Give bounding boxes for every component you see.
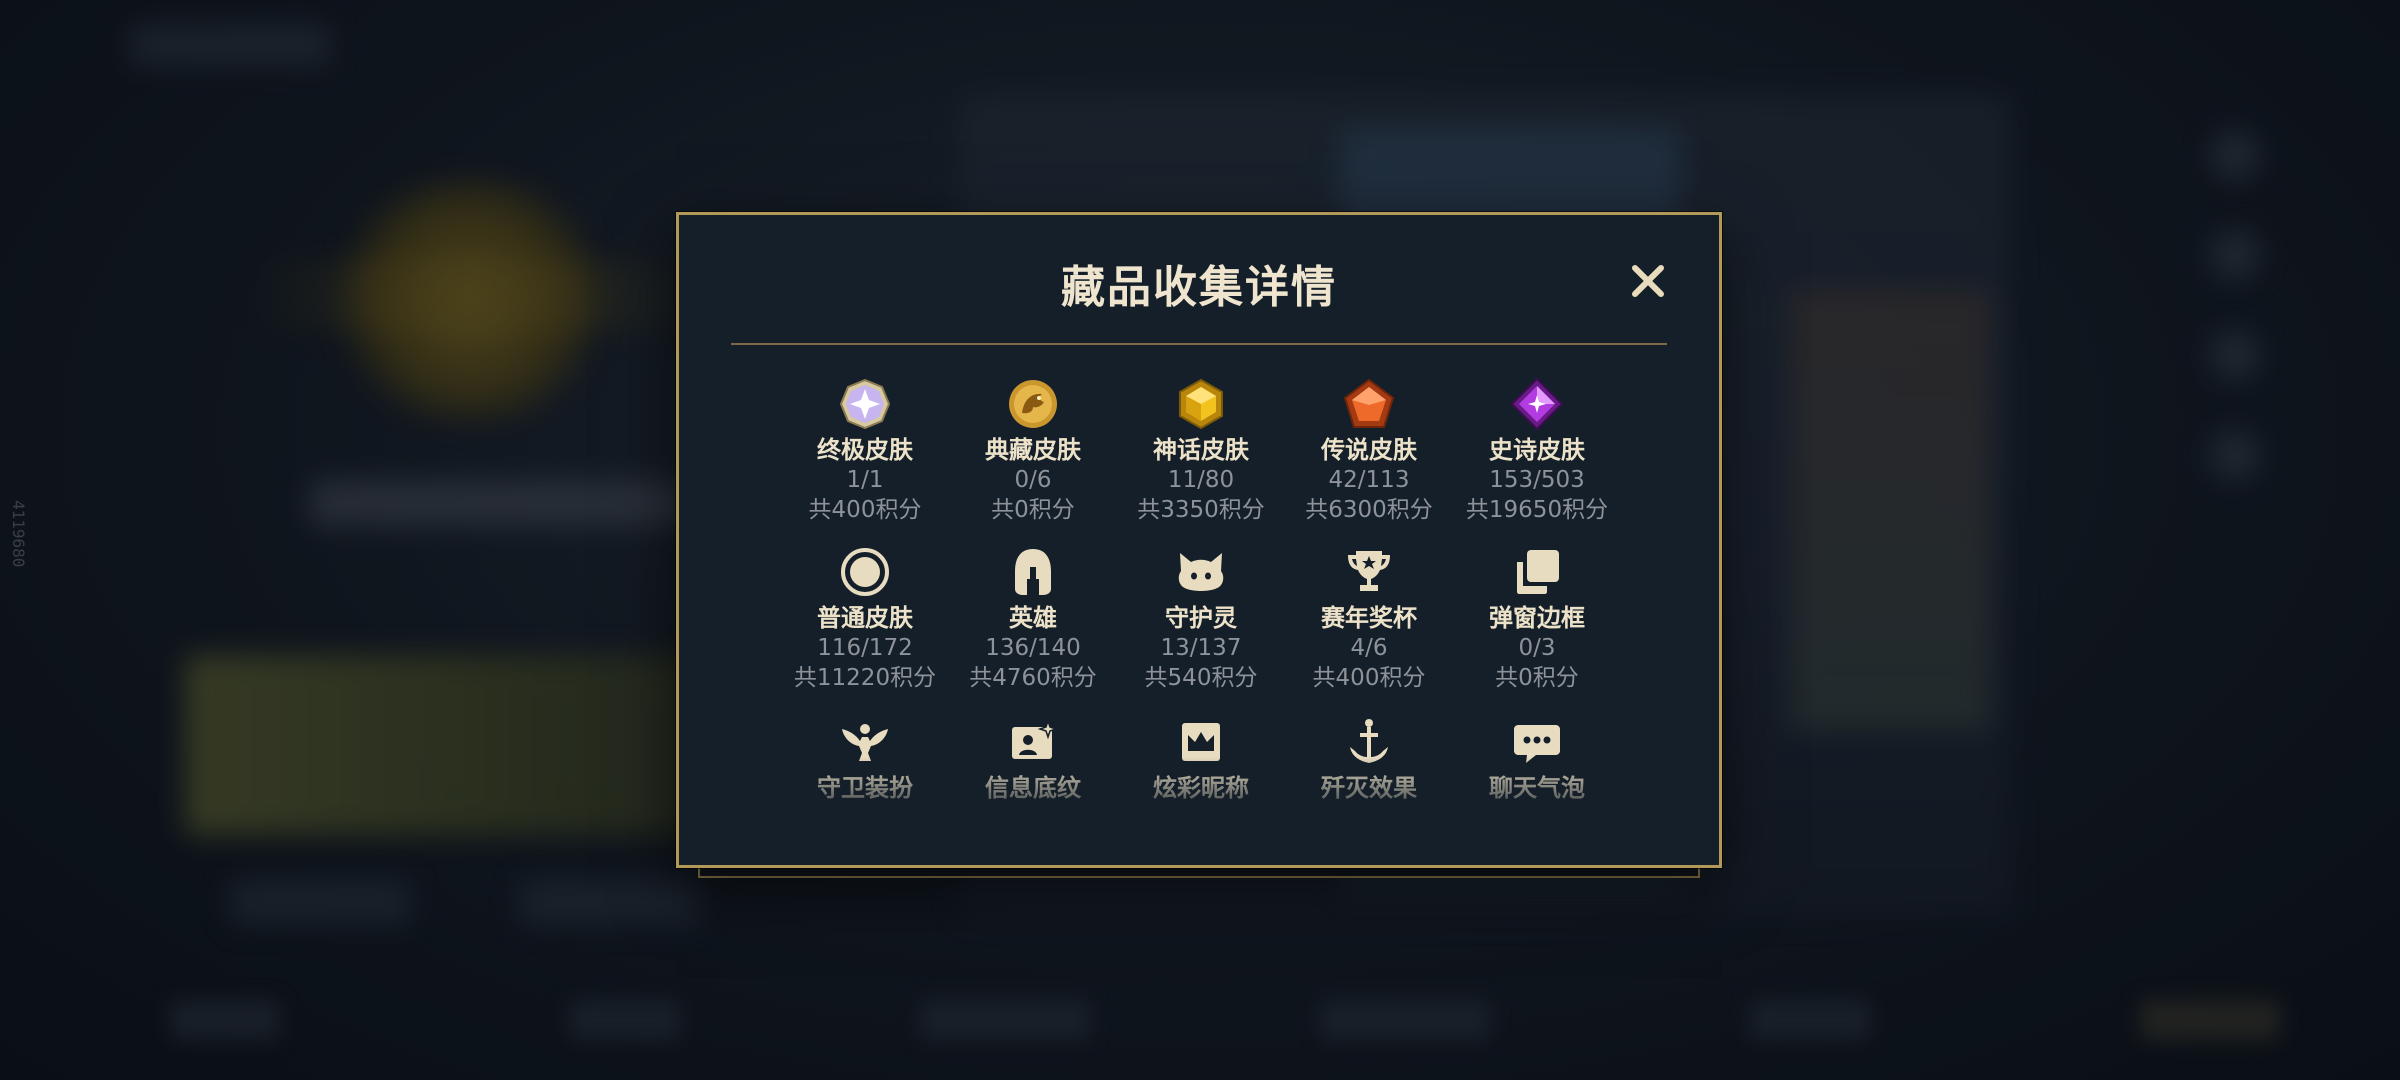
ward-skin-icon [842,724,888,761]
item-points: 共4760积分 [969,665,1097,691]
collection-item-popup-frame[interactable]: 弹窗边框 0/3 共0积分 [1453,545,1621,713]
item-count: 13/137 [1160,635,1242,661]
background-card [185,655,705,835]
collection-item-normal-skin[interactable]: 普通皮肤 116/172 共11220积分 [781,545,949,713]
item-name: 史诗皮肤 [1489,436,1585,464]
collection-item-ultimate-skin[interactable]: 终极皮肤 1/1 共400积分 [781,377,949,545]
background-nav-item [170,1000,280,1040]
normal-skin-icon [841,548,889,596]
frame-icon [1517,550,1559,594]
item-name: 聊天气泡 [1489,774,1585,802]
item-name: 典藏皮肤 [985,436,1081,464]
collection-item-ward-skin[interactable]: 守卫装扮 [781,715,949,835]
background-nav-item [570,1000,680,1040]
item-count: 0/6 [1014,467,1052,493]
mythic-skin-icon [1179,378,1223,430]
item-count: 153/503 [1489,467,1585,493]
helmet-icon [1015,549,1051,595]
item-name: 赛年奖杯 [1321,604,1417,632]
collection-grid-partial-row: 守卫装扮 信息底纹 炫彩昵称 歼灭效果 聊天气泡 [781,715,1621,835]
item-name: 终极皮肤 [817,436,913,464]
background-art [1790,290,1990,730]
crown-nameplate-icon [1182,723,1220,761]
item-name: 炫彩昵称 [1153,774,1249,802]
ultimate-skin-icon [839,378,891,430]
item-count: 11/80 [1167,467,1235,493]
anchor-icon [1350,719,1388,763]
item-points: 共0积分 [1495,665,1579,691]
item-name: 弹窗边框 [1489,604,1585,632]
item-name: 守护灵 [1165,604,1237,632]
item-count: 42/113 [1328,467,1410,493]
trophy-icon [1348,551,1390,591]
collection-item-collection-skin[interactable]: 典藏皮肤 0/6 共0积分 [949,377,1117,545]
collection-item-epic-skin[interactable]: 史诗皮肤 153/503 共19650积分 [1453,377,1621,545]
background-emblem-wing [250,260,710,330]
item-points: 共400积分 [1312,665,1426,691]
chat-bubble-icon [1514,725,1560,763]
background-side-button [2210,330,2260,380]
background-button [520,880,700,924]
background-nav-item [1320,1000,1490,1040]
collection-grid: 终极皮肤 1/1 共400积分 典藏皮肤 0/6 共0积分 神话皮肤 11/80… [781,377,1621,713]
legendary-skin-icon [1343,378,1395,428]
item-name: 传说皮肤 [1321,436,1417,464]
title-divider [731,343,1667,345]
item-name: 普通皮肤 [817,604,913,632]
close-button[interactable] [1627,260,1669,302]
background-side-button [2210,130,2260,180]
collection-details-modal: 藏品收集详情 终极皮肤 1/1 共400积分 典藏皮肤 0/6 共0积分 神话皮… [676,212,1722,868]
collection-item-guardian-spirit[interactable]: 守护灵 13/137 共540积分 [1117,545,1285,713]
item-count: 4/6 [1350,635,1388,661]
background-nav-item [920,1000,1090,1040]
item-points: 共400积分 [808,497,922,523]
item-count: 1/1 [846,467,884,493]
background-topbar [130,25,330,65]
item-points: 共0积分 [991,497,1075,523]
item-count: 136/140 [985,635,1081,661]
info-card-icon [1012,718,1059,759]
item-count: 0/3 [1518,635,1556,661]
collection-item-hero[interactable]: 英雄 136/140 共4760积分 [949,545,1117,713]
background-button [230,880,410,924]
item-points: 共540积分 [1144,665,1258,691]
item-points: 共6300积分 [1305,497,1433,523]
background-nav-item [2140,1000,2280,1040]
collection-skin-icon [1009,380,1057,428]
collection-item-colorful-nickname[interactable]: 炫彩昵称 [1117,715,1285,835]
background-side-button [2210,230,2260,280]
item-points: 共19650积分 [1465,497,1609,523]
close-icon [1632,265,1664,297]
side-id-text: 4119680 [9,500,28,568]
collection-item-legendary-skin[interactable]: 传说皮肤 42/113 共6300积分 [1285,377,1453,545]
item-points: 共11220积分 [793,665,937,691]
background-side-button [2210,430,2260,480]
collection-item-season-trophy[interactable]: 赛年奖杯 4/6 共400积分 [1285,545,1453,713]
collection-item-chat-bubble[interactable]: 聊天气泡 [1453,715,1621,835]
screen: 4119680 藏品收集详情 终极皮肤 1/1 共400积分 典藏皮肤 0/6 … [0,0,2400,1080]
guardian-spirit-icon [1178,553,1224,591]
modal-shadow-edge [698,868,1700,878]
collection-item-mythic-skin[interactable]: 神话皮肤 11/80 共3350积分 [1117,377,1285,545]
item-name: 信息底纹 [985,774,1081,802]
item-name: 守卫装扮 [817,774,913,802]
background-nav-item [1750,1000,1870,1040]
modal-title: 藏品收集详情 [1061,262,1337,313]
item-name: 歼灭效果 [1321,774,1417,802]
background-name-bar [310,480,690,526]
item-count: 116/172 [817,635,913,661]
item-name: 神话皮肤 [1153,436,1249,464]
item-name: 英雄 [1009,604,1057,632]
collection-item-annihilation-effect[interactable]: 歼灭效果 [1285,715,1453,835]
item-points: 共3350积分 [1137,497,1265,523]
epic-skin-icon [1510,377,1564,431]
collection-item-info-card[interactable]: 信息底纹 [949,715,1117,835]
